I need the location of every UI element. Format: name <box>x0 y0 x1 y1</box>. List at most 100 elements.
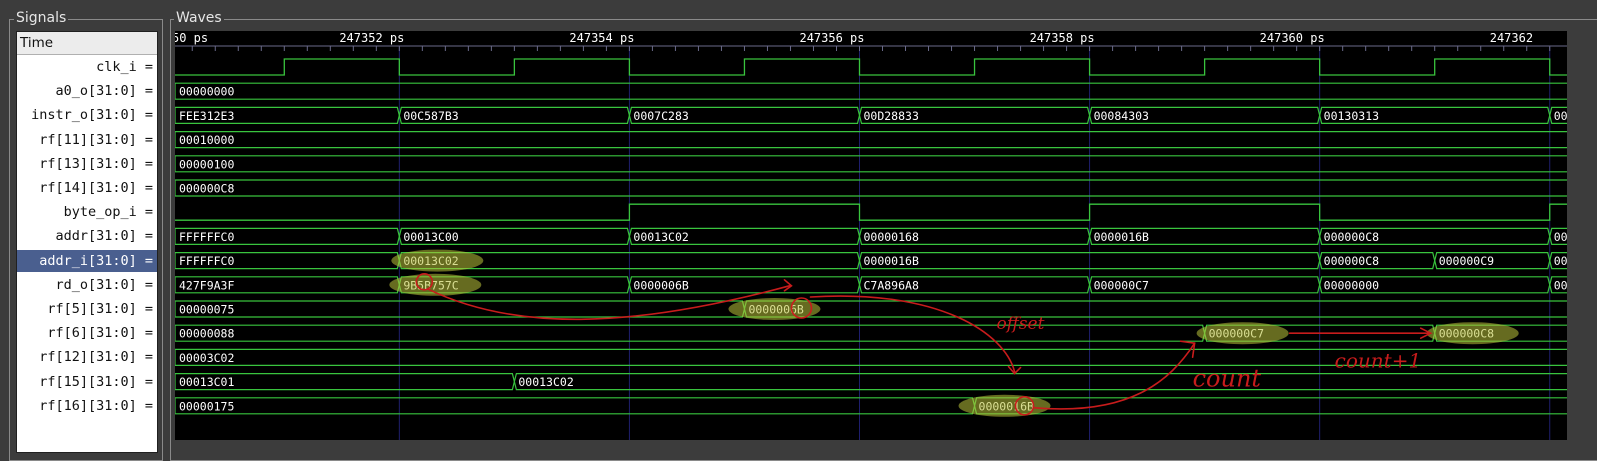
signal-name-label: addr[31:0] = <box>55 228 153 245</box>
bus-value: FFFFFFC0 <box>179 254 234 268</box>
time-tick-label: 247356 ps <box>799 31 864 45</box>
bus-value: 00 <box>1554 109 1567 123</box>
signal-name-row[interactable]: byte_op_i = <box>17 201 157 223</box>
time-tick-label: 247352 ps <box>339 31 404 45</box>
bus-value: 00003C02 <box>179 351 234 365</box>
signal-name-label: rf[11][31:0] = <box>39 131 153 148</box>
signal-name-label: rf[13][31:0] = <box>39 155 153 172</box>
bus-value: 00000000 <box>179 85 234 99</box>
highlighter-mark <box>1426 322 1519 345</box>
bus-value: 000000C8 <box>179 182 234 196</box>
signal-name-label: rf[6][31:0] = <box>47 325 153 342</box>
bus-value: 0000016B <box>863 254 918 268</box>
highlighter-mark <box>1196 322 1289 345</box>
signal-name-label: rf[5][31:0] = <box>47 301 153 317</box>
bus-value: 00010000 <box>179 133 234 147</box>
bus-value: 00000088 <box>179 327 234 341</box>
bus-value: 00 <box>1554 230 1567 244</box>
signal-name-row[interactable]: a0_o[31:0] = <box>17 80 157 102</box>
bus-value: 00000000 <box>1324 278 1379 292</box>
bus-value: FFFFFFC0 <box>179 230 234 244</box>
waveform-svg[interactable]: 50 ps 247352 ps 247354 ps 247356 ps 247358 p… <box>175 31 1567 440</box>
bus-segment <box>175 179 1567 197</box>
signal-name-row[interactable]: rf[5][31:0] = <box>17 298 157 320</box>
bus-segment <box>175 82 1567 100</box>
bus-value: 00013C01 <box>179 375 234 389</box>
bus-value: C7A896A8 <box>863 278 918 292</box>
time-tick-label: 247358 ps <box>1030 31 1095 45</box>
time-tick-label: 50 ps <box>175 31 208 45</box>
waveform-viewer[interactable]: 50 ps 247352 ps 247354 ps 247356 ps 247358 p… <box>175 31 1567 440</box>
bus-value: 00000075 <box>179 303 234 317</box>
bit-waveform <box>175 58 1567 76</box>
bus-value: 00 <box>1554 278 1567 292</box>
handwritten-annotation: count+1 <box>1335 348 1422 372</box>
signal-name-label: rd_o[31:0] = <box>55 276 153 293</box>
signal-name-row[interactable]: rd_o[31:0] = <box>17 274 157 296</box>
signal-name-row[interactable]: clk_i = <box>17 56 157 78</box>
bus-value: 00130313 <box>1324 109 1379 123</box>
bus-value: 00013C00 <box>403 230 458 244</box>
time-column-header[interactable]: Time <box>17 32 157 55</box>
bus-value: 000000C8 <box>1324 254 1379 268</box>
signal-name-row[interactable]: instr_o[31:0] = <box>17 104 157 126</box>
bus-value: 0007C283 <box>633 109 688 123</box>
signal-name-row[interactable]: addr[31:0] = <box>17 225 157 247</box>
bus-value: FEE312E3 <box>179 109 234 123</box>
bus-value: 0000006B <box>633 278 688 292</box>
bus-segment <box>175 155 1567 173</box>
bus-value: 000000C7 <box>1094 278 1149 292</box>
signal-name-label: addr_i[31:0] = <box>39 252 153 269</box>
waves-panel-title: Waves <box>174 10 224 26</box>
bus-value: 00013C02 <box>518 375 573 389</box>
bit-waveform <box>175 203 1567 221</box>
signal-name-row[interactable]: rf[6][31:0] = <box>17 322 157 344</box>
signal-name-label: rf[14][31:0] = <box>39 180 153 196</box>
signal-name-row[interactable]: rf[15][31:0] = <box>17 371 157 393</box>
signal-list[interactable]: Time clk_i = a0_o[31:0] = instr_o[31:0] = r… <box>16 31 158 453</box>
bus-value: 00C587B3 <box>403 109 458 123</box>
handwritten-annotation: count <box>1193 365 1262 393</box>
ink-arrow-head <box>783 279 793 292</box>
bus-value: 00084303 <box>1094 109 1149 123</box>
bus-value: 427F9A3F <box>179 278 234 292</box>
highlighter-mark <box>391 249 484 272</box>
bus-segment <box>175 131 1567 149</box>
signal-name-row[interactable]: rf[11][31:0] = <box>17 129 157 151</box>
time-tick-label: 247362 <box>1490 31 1533 45</box>
bus-value: 00D28833 <box>863 109 918 123</box>
bus-segment <box>175 397 976 415</box>
bus-value: 000000C9 <box>1439 254 1494 268</box>
bus-value: 00000175 <box>179 399 234 413</box>
signal-name-label: a0_o[31:0] = <box>55 83 153 100</box>
bus-value: 00000100 <box>179 157 234 171</box>
bus-segment <box>743 300 1567 318</box>
signal-name-label: clk_i = <box>96 59 153 75</box>
ink-arrow-path <box>809 295 1016 373</box>
signal-name-row[interactable]: rf[16][31:0] = <box>17 395 157 417</box>
signal-name-label: rf[12][31:0] = <box>39 349 153 366</box>
signal-name-label: rf[15][31:0] = <box>39 373 153 390</box>
signal-name-row[interactable]: rf[12][31:0] = <box>17 346 157 368</box>
ink-arrow-path <box>1033 342 1196 410</box>
signal-name-label: byte_op_i = <box>63 204 153 221</box>
time-tick-label: 247354 ps <box>569 31 634 45</box>
signal-name-label: instr_o[31:0] = <box>31 107 153 124</box>
signals-panel-title: Signals <box>14 10 69 26</box>
signal-name-label: rf[16][31:0] = <box>39 397 153 414</box>
bus-segment <box>513 373 1567 391</box>
bus-value: 00000168 <box>863 230 918 244</box>
bus-segment <box>175 324 1206 342</box>
signal-name-row[interactable]: rf[14][31:0] = <box>17 177 157 199</box>
bus-value: 00 <box>1554 254 1567 268</box>
bus-value: 00013C02 <box>633 230 688 244</box>
signal-name-row[interactable]: rf[13][31:0] = <box>17 153 157 175</box>
bus-value: 0000016B <box>1094 230 1149 244</box>
bus-segment <box>973 397 1567 415</box>
handwritten-annotation: offset <box>997 314 1045 334</box>
highlighter-mark <box>958 394 1051 417</box>
signal-name-row[interactable]: addr_i[31:0] = <box>17 249 157 272</box>
bus-value: 000000C8 <box>1324 230 1379 244</box>
bus-segment <box>175 300 746 318</box>
time-tick-label: 247360 ps <box>1260 31 1325 45</box>
